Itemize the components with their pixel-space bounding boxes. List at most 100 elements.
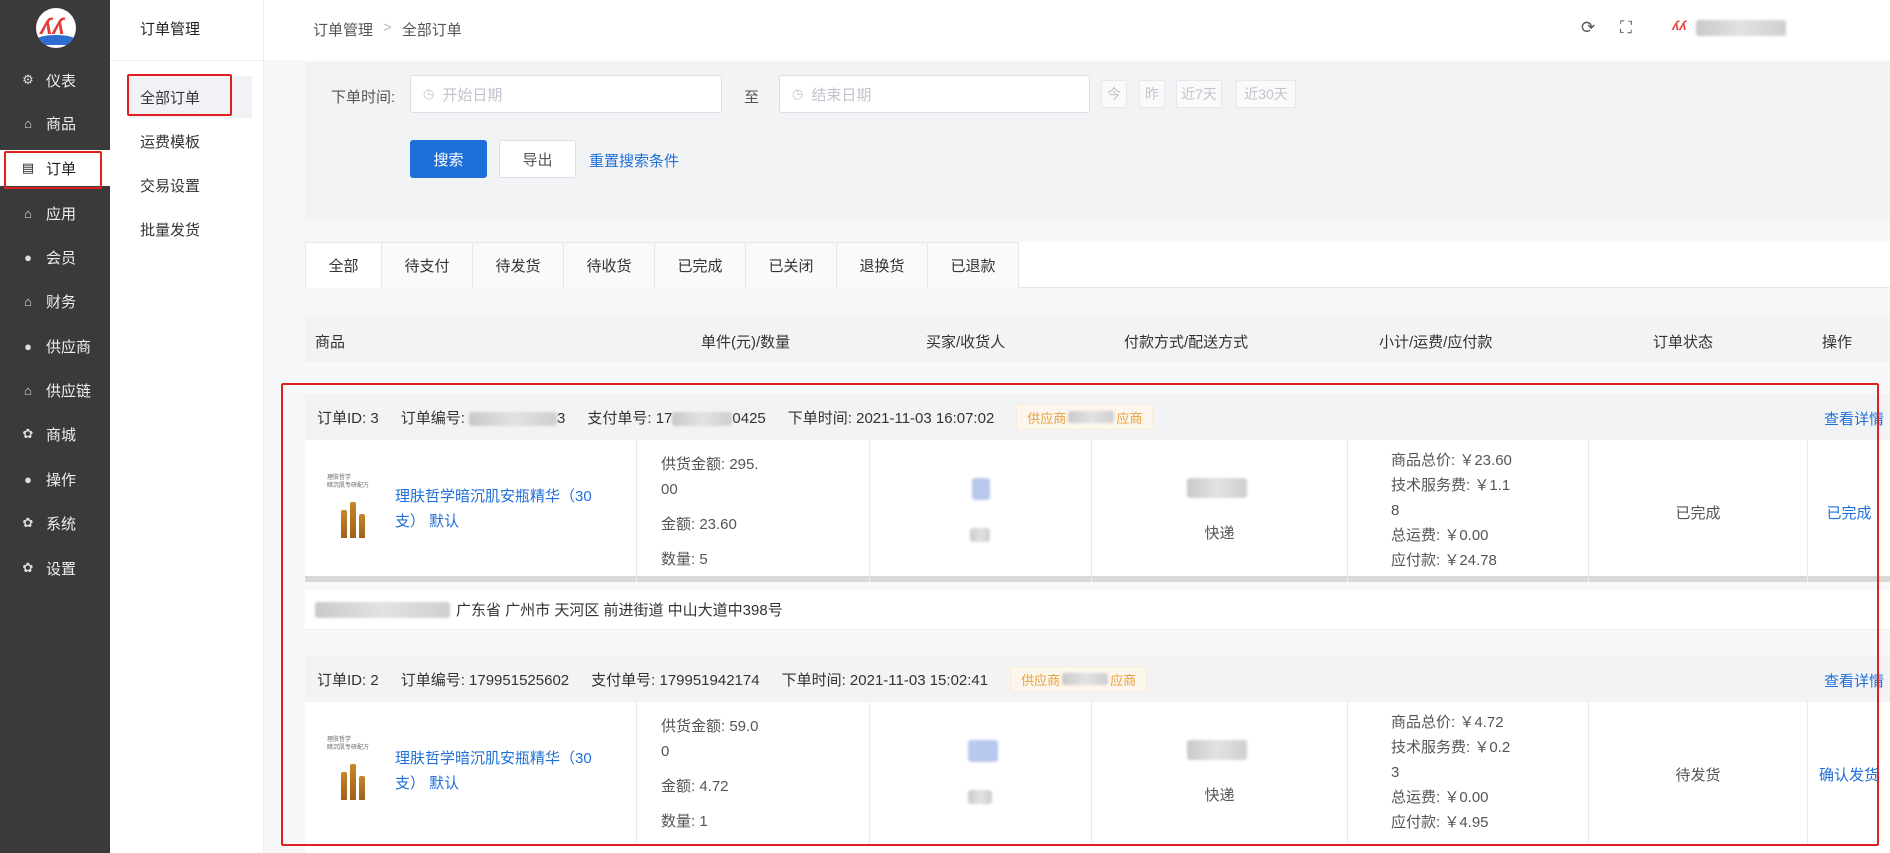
tab-closed[interactable]: 已关闭 [745,242,837,288]
nav-item-label: 设置 [46,560,77,578]
subnav-item-batch-ship[interactable]: 批量发货 [128,208,252,250]
export-button[interactable]: 导出 [499,140,576,178]
bottle-icon [359,776,365,800]
payment-delivery-cell: 快递 [1092,702,1348,844]
start-date-input[interactable]: ◷ 开始日期 [410,75,722,113]
thumbnail-caption-line: 暗沉肌专研配方 [327,745,370,751]
redacted-text [672,411,733,426]
redacted-buyer [972,478,990,500]
quick-today-button[interactable]: 今 [1101,80,1127,108]
nav-item-label: 操作 [46,471,77,489]
order-id: 订单ID: 3 [317,409,379,427]
supply-amount-line: 供货金额: 59.0 [661,718,759,735]
subnav-item-shipping-template[interactable]: 运费模板 [128,120,252,162]
bag-icon: ⌂ [24,205,32,221]
nav-item-dashboard[interactable]: ⚙ 仪表 [0,62,110,98]
action-cell: 确认发货 [1808,702,1890,844]
breadcrumb-separator: > [383,19,392,36]
tab-completed[interactable]: 已完成 [654,242,746,288]
goods-total: 商品总价: ￥4.72 [1391,714,1504,731]
bottle-icon [341,510,347,538]
nav-item-label: 财务 [46,293,77,311]
nav-item-members[interactable]: ● 会员 [0,239,110,275]
order-id: 订单ID: 2 [317,671,379,689]
shipping-fee: 总运费: ￥0.00 [1391,527,1489,544]
tab-returns[interactable]: 退换货 [836,242,928,288]
product-name-link[interactable]: 理肤哲学暗沉肌安瓶精华（30支） 默认 [395,746,605,796]
nav-item-settings[interactable]: ✿ 设置 [0,550,110,586]
avatar[interactable]: ʎʎ [1672,18,1692,38]
nav-item-supply-chain[interactable]: ⌂ 供应链 [0,372,110,408]
product-thumbnail[interactable]: 理肤哲学 暗沉肌专研配方 [323,472,377,544]
subtotal-cell: 商品总价: ￥4.72 技术服务费: ￥0.2 3 总运费: ￥0.00 应付款… [1348,702,1589,844]
fullscreen-icon[interactable]: ⛶ [1620,18,1632,38]
nav-item-supplier[interactable]: ● 供应商 [0,328,110,364]
nav-item-operations[interactable]: ● 操作 [0,461,110,497]
order-card: 订单ID: 3 订单编号: 3 支付单号: 17 0425 下单时间: 2021-… [305,394,1890,582]
gear-icon: ✿ [22,560,34,575]
nav-item-label: 仪表 [46,72,77,90]
price-qty-cell: 供货金额: 59.0 0 金额: 4.72 数量: 1 [637,702,870,844]
payment-number: 支付单号: 179951942174 [591,671,760,689]
service-fee-line: 技术服务费: ￥0.2 [1391,739,1511,756]
tab-pending-payment[interactable]: 待支付 [381,242,473,288]
subnav-item-all-orders[interactable]: 全部订单 [128,76,252,118]
price-qty-cell: 供货金额: 295. 00 金额: 23.60 数量: 5 [637,440,870,582]
subtotal-cell: 商品总价: ￥23.60 技术服务费: ￥1.1 8 总运费: ￥0.00 应付… [1348,440,1589,582]
end-date-placeholder: 结束日期 [811,86,872,104]
nav-item-finance[interactable]: ⌂ 财务 [0,283,110,319]
subnav-item-trade-settings[interactable]: 交易设置 [128,164,252,206]
table-header: 商品 单件(元)/数量 买家/收货人 付款方式/配送方式 小计/运费/应付款 订… [305,316,1890,362]
username-redacted[interactable] [1696,20,1786,36]
product-name-link[interactable]: 理肤哲学暗沉肌安瓶精华（30支） 默认 [395,484,605,534]
brand-logo[interactable]: ʎʎ [36,8,76,48]
breadcrumb-root[interactable]: 订单管理 [313,19,373,40]
redacted-text [1068,411,1115,423]
order-status: 已完成 [1675,505,1721,522]
tab-all[interactable]: 全部 [305,242,382,288]
quick-30days-button[interactable]: 近30天 [1236,80,1296,108]
search-button[interactable]: 搜索 [410,140,487,178]
nav-item-orders[interactable]: ▤ 订单 [0,150,110,186]
column-header: 单件(元)/数量 [701,334,791,351]
thumbnail-caption: 理肤哲学 暗沉肌专研配方 [327,474,369,490]
bottle-icon [350,764,356,800]
start-date-placeholder: 开始日期 [442,86,503,104]
supplier-suffix: 应商 [1110,672,1137,688]
redacted-receiver-info [315,601,450,618]
nav-item-label: 商城 [46,426,77,444]
tab-pending-shipment[interactable]: 待发货 [472,242,564,288]
quick-yesterday-button[interactable]: 昨 [1139,80,1165,108]
confirm-ship-link[interactable]: 确认发货 [1808,764,1890,785]
column-header: 买家/收货人 [926,334,1006,351]
nav-item-mall[interactable]: ✿ 商城 [0,416,110,452]
thumbnail-caption-line: 理肤哲学 [327,475,352,481]
shipping-fee: 总运费: ￥0.00 [1391,789,1489,806]
quick-7days-button[interactable]: 近7天 [1176,80,1222,108]
reset-search-link[interactable]: 重置搜索条件 [589,150,679,171]
nav-item-apps[interactable]: ⌂ 应用 [0,195,110,231]
nav-item-system[interactable]: ✿ 系统 [0,505,110,541]
nav-item-goods[interactable]: ⌂ 商品 [0,105,110,141]
order-action-link[interactable]: 已完成 [1808,502,1890,523]
order-number: 订单编号: 3 [401,407,566,428]
tab-pending-receipt[interactable]: 待收货 [563,242,655,288]
order-header-row: 订单ID: 3 订单编号: 3 支付单号: 17 0425 下单时间: 2021-… [305,394,1890,440]
product-thumbnail[interactable]: 理肤哲学 暗沉肌专研配方 [323,734,377,806]
view-detail-link[interactable]: 查看详情 [1824,408,1884,429]
clock-icon: ◷ [792,86,804,101]
dashboard-icon: ⚙ [22,72,34,87]
price-qty-lines: 供货金额: 295. 00 金额: 23.60 数量: 5 [661,452,811,572]
refresh-icon[interactable]: ⟳ [1581,18,1595,38]
service-fee-line: 8 [1391,502,1400,519]
view-detail-link[interactable]: 查看详情 [1824,670,1884,691]
payment-number-suffix: 0425 [732,409,766,427]
order-card: 订单ID: 2 订单编号: 179951525602 支付单号: 1799519… [305,656,1890,853]
breadcrumb-current: 全部订单 [401,22,462,39]
end-date-input[interactable]: ◷ 结束日期 [779,75,1090,113]
status-cell: 已完成 [1589,440,1808,582]
tab-refunded[interactable]: 已退款 [927,242,1019,288]
order-status-tabs: 全部 待支付 待发货 待收货 已完成 已关闭 退换货 已退款 [305,242,1890,288]
